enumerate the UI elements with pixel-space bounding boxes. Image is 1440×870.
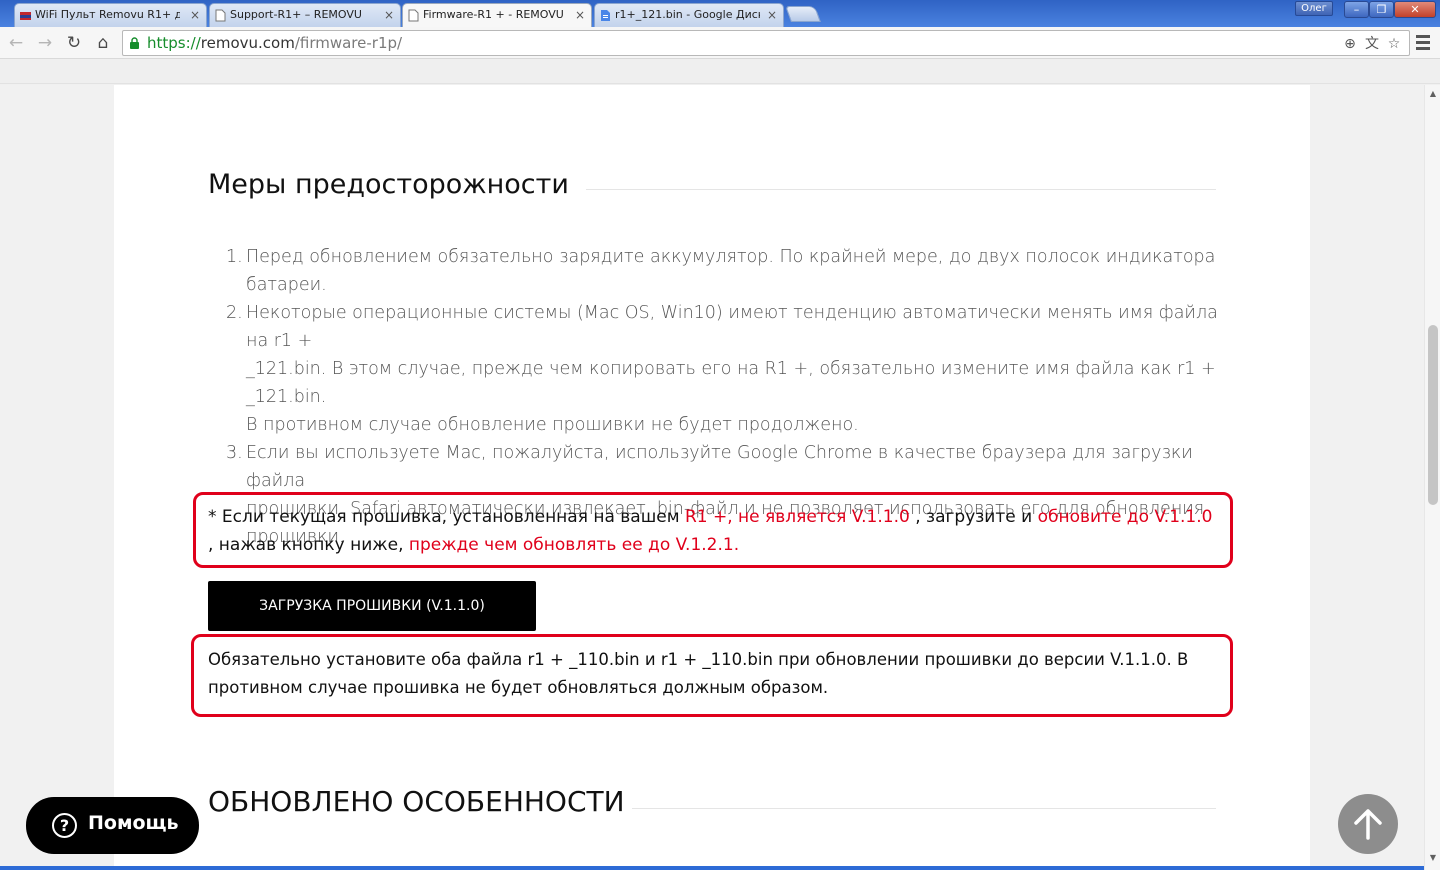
help-label: Помощь <box>88 812 179 834</box>
list-item: 1. Перед обновлением обязательно зарядит… <box>226 247 1216 295</box>
features-heading: ОБНОВЛЕНО ОСОБЕННОСТИ <box>208 785 625 818</box>
bookmarks-bar <box>0 59 1440 84</box>
reload-icon[interactable]: ↻ <box>63 32 85 54</box>
bookmark-star-icon[interactable]: ☆ <box>1385 35 1403 53</box>
back-arrow-icon[interactable]: ← <box>5 32 27 54</box>
tab-support[interactable]: Support-R1+ – REMOVU × <box>209 3 401 27</box>
zoom-icon[interactable]: ⊕ <box>1341 35 1359 53</box>
page-viewport: Меры предосторожности 1. Перед обновлени… <box>0 85 1424 870</box>
tab-firmware[interactable]: Firmware-R1 + - REMOVU × <box>402 3 592 27</box>
scroll-down-arrow-icon[interactable]: ▼ <box>1425 851 1440 865</box>
new-tab-button[interactable] <box>785 6 821 22</box>
tab-title: r1+_121.bin - Google Диск <box>615 8 760 21</box>
forward-arrow-icon[interactable]: → <box>34 32 56 54</box>
minimize-button[interactable]: – <box>1344 1 1369 18</box>
tab-removu-store[interactable]: WiFi Пульт Removu R1+ дл × <box>14 3 207 27</box>
list-item: 2. Некоторые операционные системы (Mac O… <box>226 303 1218 435</box>
tab-google-drive[interactable]: r1+_121.bin - Google Диск × <box>594 3 784 27</box>
flag-favicon-icon <box>20 12 31 20</box>
url-scheme: https:// <box>147 34 201 52</box>
heading-divider <box>586 189 1216 190</box>
precautions-heading: Меры предосторожности <box>208 169 569 200</box>
url-text: https://removu.com/firmware-r1p/ <box>147 34 402 52</box>
tab-title: Support-R1+ – REMOVU <box>230 8 362 21</box>
page-icon <box>215 9 226 22</box>
notice-text-2: Обязательно установите оба файла r1 + _1… <box>208 650 1189 697</box>
scroll-to-top-button[interactable] <box>1338 794 1398 854</box>
download-firmware-button[interactable]: ЗАГРУЗКА ПРОШИВКИ (V.1.1.0) <box>208 581 536 631</box>
taskbar-edge <box>0 866 1424 870</box>
scroll-thumb[interactable] <box>1428 325 1438 505</box>
help-widget-button[interactable]: ? Помощь <box>26 797 199 854</box>
close-tab-icon[interactable]: × <box>384 4 394 26</box>
browser-toolbar: ← → ↻ ⌂ https://removu.com/firmware-r1p/… <box>0 27 1440 59</box>
restore-button[interactable]: ❐ <box>1369 1 1394 18</box>
question-mark-icon: ? <box>52 813 77 838</box>
close-window-button[interactable]: ✕ <box>1394 1 1436 18</box>
profile-button[interactable]: Олег <box>1295 1 1333 16</box>
chrome-menu-icon[interactable] <box>1414 33 1432 53</box>
content-area: Меры предосторожности 1. Перед обновлени… <box>114 85 1310 870</box>
tab-title: Firmware-R1 + - REMOVU <box>423 8 564 21</box>
url-path: /firmware-r1p/ <box>294 34 403 52</box>
scroll-up-arrow-icon[interactable]: ▲ <box>1425 87 1440 101</box>
close-tab-icon[interactable]: × <box>767 4 777 26</box>
arrow-up-icon <box>1354 809 1382 840</box>
vertical-scrollbar[interactable]: ▲ ▼ <box>1424 85 1440 870</box>
page-icon <box>408 9 419 22</box>
close-tab-icon[interactable]: × <box>575 4 585 26</box>
document-icon <box>601 10 610 21</box>
translate-icon[interactable]: 文 <box>1363 35 1381 53</box>
address-bar[interactable]: https://removu.com/firmware-r1p/ ⊕ 文 ☆ <box>122 30 1410 56</box>
lock-icon <box>130 37 139 49</box>
close-tab-icon[interactable]: × <box>190 4 200 26</box>
url-host: removu.com <box>200 34 295 52</box>
tab-strip: WiFi Пульт Removu R1+ дл × Support-R1+ –… <box>0 0 1440 27</box>
home-icon[interactable]: ⌂ <box>92 32 114 54</box>
tab-title: WiFi Пульт Removu R1+ дл <box>35 8 180 21</box>
heading-divider <box>632 808 1216 809</box>
notice-text-1: * Если текущая прошивка, установленная н… <box>208 507 1213 555</box>
